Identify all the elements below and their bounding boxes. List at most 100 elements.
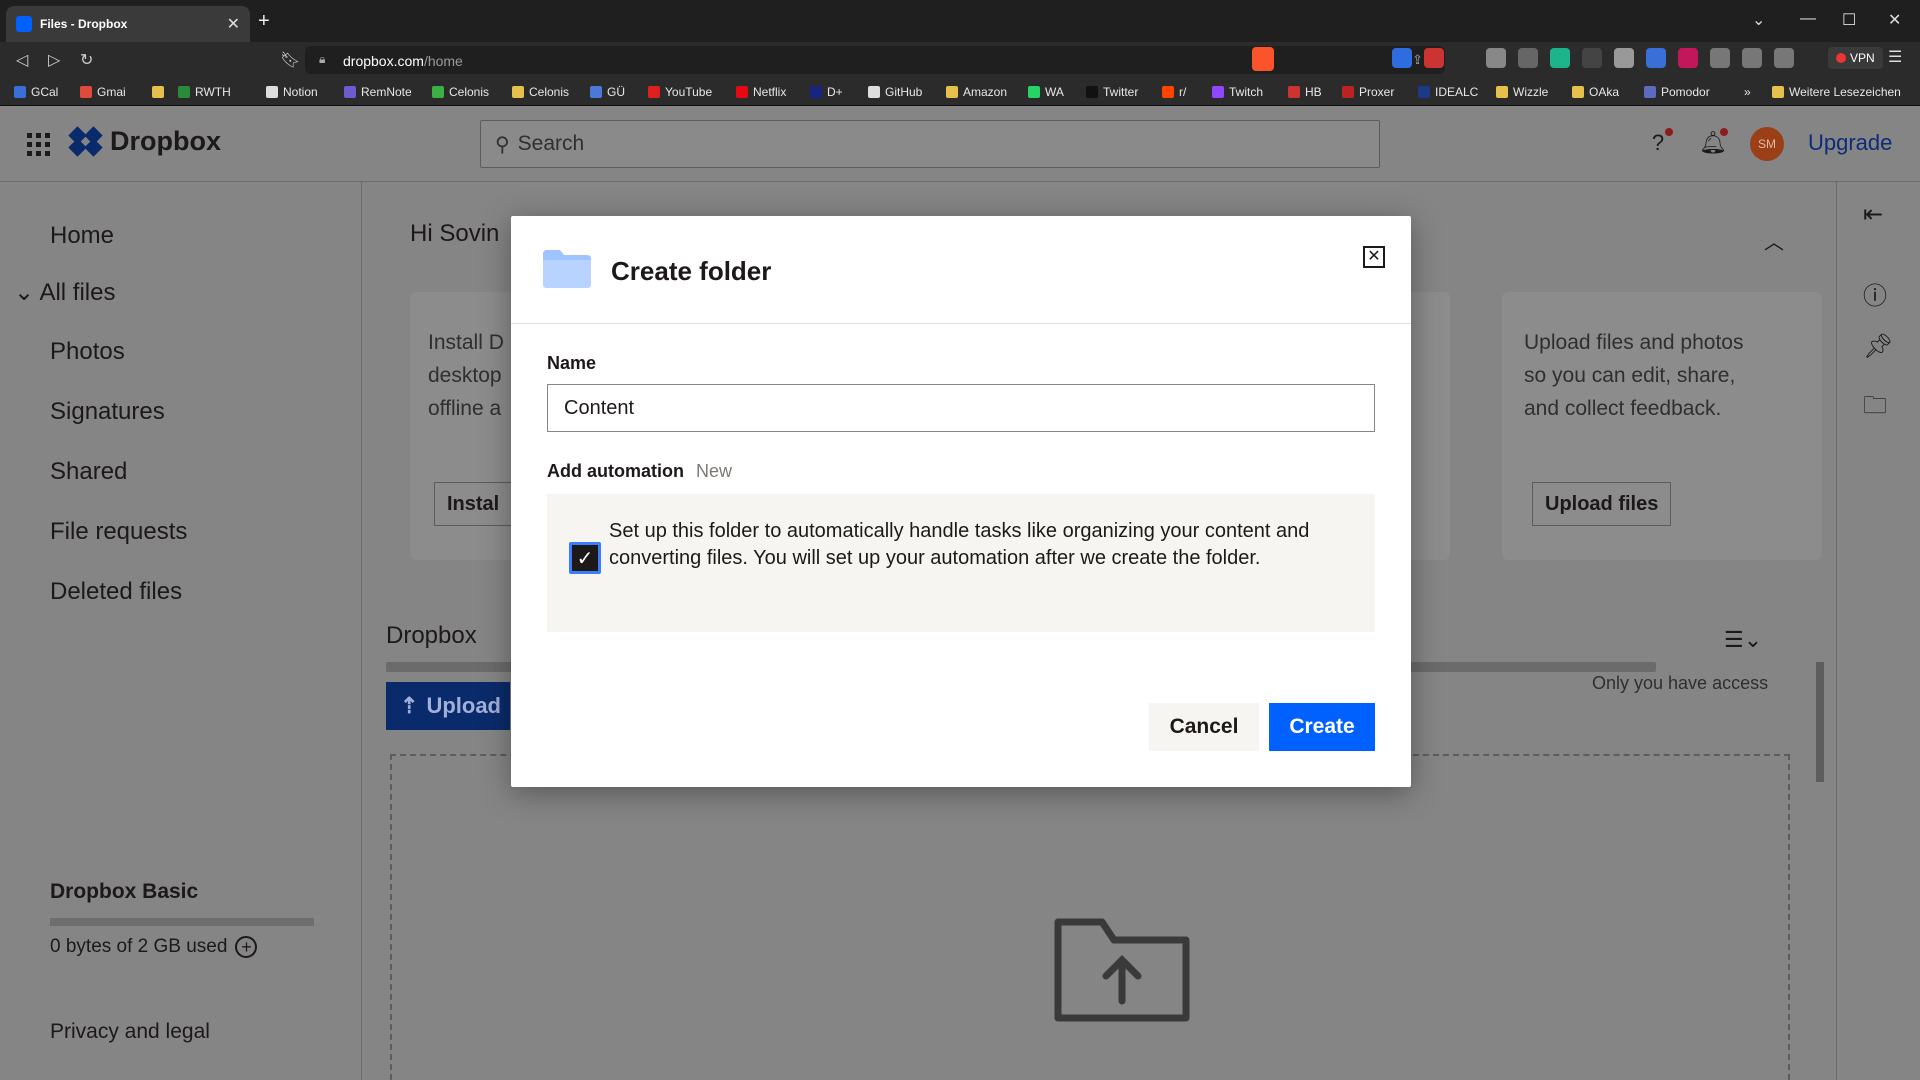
sidebar-item-deleted-files[interactable]: Deleted files <box>50 578 182 606</box>
tab-search-icon[interactable]: ⌄ <box>1752 10 1765 30</box>
sidebar-item-shared[interactable]: Shared <box>50 458 127 486</box>
folder-name-input[interactable] <box>547 384 1375 432</box>
sidebar-item-photos[interactable]: Photos <box>50 338 125 366</box>
celonis-icon <box>432 86 444 98</box>
bookmark-item[interactable]: Twitch <box>1212 84 1263 100</box>
access-text: Only you have access <box>1592 673 1769 693</box>
dialog-header: Create folder ✕ <box>511 216 1411 324</box>
extension-record-icon[interactable] <box>1678 48 1698 68</box>
sidebar-item-all-files[interactable]: ⌄ All files <box>14 278 115 307</box>
bookmark-item[interactable]: YouTube <box>648 84 712 100</box>
extension-cloud-icon[interactable] <box>1614 48 1634 68</box>
maximize-button[interactable]: ☐ <box>1842 10 1856 30</box>
upgrade-link[interactable]: Upgrade <box>1808 130 1892 156</box>
upload-files-button[interactable]: Upload files <box>1532 482 1672 526</box>
forward-icon[interactable]: ▷ <box>48 50 60 70</box>
extension-mi-icon[interactable] <box>1582 48 1602 68</box>
bookmark-item[interactable]: GCal <box>14 84 58 100</box>
dialog-title: Create folder <box>611 256 772 286</box>
address-bar[interactable]: 🔒︎ dropbox.com/home ⇪ <box>305 46 1445 74</box>
bookmark-folder[interactable]: Wizzle <box>1496 84 1548 100</box>
github-icon <box>868 86 880 98</box>
x-icon <box>1086 86 1098 98</box>
bookmark-item[interactable]: Celonis <box>432 84 489 100</box>
bookmark-folder[interactable]: Amazon <box>946 84 1007 100</box>
vpn-button[interactable]: VPN <box>1828 47 1883 69</box>
sidebar-item-file-requests[interactable]: File requests <box>50 518 187 546</box>
browser-tab-active[interactable]: Files - Dropbox ✕ <box>6 6 250 42</box>
app-header: Dropbox ⚲ Search ? 🔔︎ SM Upgrade <box>0 106 1920 182</box>
privacy-legal-link[interactable]: Privacy and legal <box>50 1020 210 1044</box>
sidebar-item-home[interactable]: Home <box>50 222 114 250</box>
bookmark-item[interactable]: Notion <box>266 84 318 100</box>
bookmark-item[interactable]: r/ <box>1162 84 1186 100</box>
extension-translate-icon[interactable] <box>1646 48 1666 68</box>
folder-activity-icon[interactable]: 🗀 <box>1863 388 1887 429</box>
view-options-icon[interactable]: ☰⌄ <box>1724 627 1762 653</box>
bookmark-item[interactable]: HB <box>1288 84 1322 100</box>
bookmarks-bar: GCal Gmai RWTH Notion RemNote Celonis Ce… <box>0 78 1920 106</box>
app-grid-icon[interactable] <box>20 124 58 162</box>
info-icon[interactable]: ⓘ <box>1863 276 1887 311</box>
bookmark-item[interactable]: GitHub <box>868 84 922 100</box>
wallet-icon[interactable] <box>1774 48 1794 68</box>
extension-bitwarden-icon[interactable] <box>1392 48 1412 68</box>
dropbox-logo[interactable]: Dropbox <box>68 125 221 157</box>
extension-reader-icon[interactable] <box>1486 48 1506 68</box>
bookmark-item[interactable]: Proxer <box>1342 84 1394 100</box>
search-icon: ⚲ <box>495 133 510 156</box>
install-button[interactable]: Instal <box>434 482 513 526</box>
collapse-panel-icon[interactable]: ⇤ <box>1863 200 1883 229</box>
extension-glasses-icon[interactable] <box>1518 48 1538 68</box>
extensions-puzzle-icon[interactable] <box>1710 48 1730 68</box>
extension-green-icon[interactable] <box>1550 48 1570 68</box>
cancel-button[interactable]: Cancel <box>1149 703 1259 751</box>
back-icon[interactable]: ◁ <box>16 50 28 70</box>
notifications-bell-icon[interactable]: 🔔︎ <box>1698 128 1728 158</box>
bookmark-icon[interactable]: 🔖︎ <box>280 50 300 70</box>
extension-ublock-icon[interactable] <box>1424 48 1444 68</box>
search-bar[interactable]: ⚲ Search <box>480 120 1380 168</box>
greeting: Hi Sovin <box>410 220 500 247</box>
bookmark-item[interactable]: D+ <box>810 84 843 100</box>
checkmark-icon: ✓ <box>576 547 594 570</box>
share-icon[interactable]: ⇪ <box>1412 52 1423 68</box>
bookmark-item[interactable]: WA <box>1028 84 1064 100</box>
close-icon[interactable]: ✕ <box>1363 246 1385 268</box>
create-button[interactable]: Create <box>1269 703 1375 751</box>
bookmark-folder[interactable]: Celonis <box>512 84 569 100</box>
upload-dropzone[interactable] <box>390 754 1790 1080</box>
bookmarks-overflow-icon[interactable]: » <box>1744 84 1751 100</box>
tab-close-icon[interactable]: ✕ <box>227 14 240 34</box>
collapse-chevron-icon[interactable]: ︿ <box>1764 226 1784 255</box>
sidebar-toggle-icon[interactable] <box>1742 48 1762 68</box>
pin-icon[interactable]: 📌︎ <box>1863 332 1893 361</box>
close-window-button[interactable]: ✕ <box>1888 10 1901 30</box>
bookmark-item[interactable]: Pomodor <box>1644 84 1710 100</box>
new-tab-button[interactable]: + <box>258 10 270 33</box>
folder-icon <box>1572 86 1584 98</box>
add-storage-icon[interactable]: + <box>235 936 258 958</box>
reload-icon[interactable]: ↻ <box>80 50 93 70</box>
bookmark-item[interactable]: GÜ <box>590 84 625 100</box>
automation-option: ✓ Set up this folder to automatically ha… <box>547 494 1375 632</box>
browser-menu-icon[interactable]: ☰ <box>1888 47 1902 67</box>
bookmark-item[interactable]: RemNote <box>344 84 412 100</box>
brave-shields-icon[interactable] <box>1252 47 1274 71</box>
bookmark-folder[interactable] <box>152 84 164 100</box>
bookmark-item[interactable]: RWTH <box>178 84 231 100</box>
automation-checkbox[interactable]: ✓ <box>569 542 601 574</box>
sidebar-item-signatures[interactable]: Signatures <box>50 398 165 426</box>
avatar[interactable]: SM <box>1750 127 1784 161</box>
bookmark-folder[interactable]: OAka <box>1572 84 1619 100</box>
bookmark-item[interactable]: IDEALC <box>1418 84 1478 100</box>
bookmark-item[interactable]: Netflix <box>736 84 786 100</box>
bookmark-item[interactable]: Twitter <box>1086 84 1138 100</box>
url-text: dropbox.com/home <box>343 53 463 69</box>
other-bookmarks-folder[interactable]: Weitere Lesezeichen <box>1772 84 1901 100</box>
bookmark-item[interactable]: Gmai <box>80 84 126 100</box>
help-icon[interactable]: ? <box>1643 128 1673 158</box>
main-vertical-scrollbar[interactable] <box>1814 652 1826 1080</box>
minimize-button[interactable]: — <box>1800 10 1816 28</box>
upload-button[interactable]: ⇡ Upload <box>386 682 510 730</box>
